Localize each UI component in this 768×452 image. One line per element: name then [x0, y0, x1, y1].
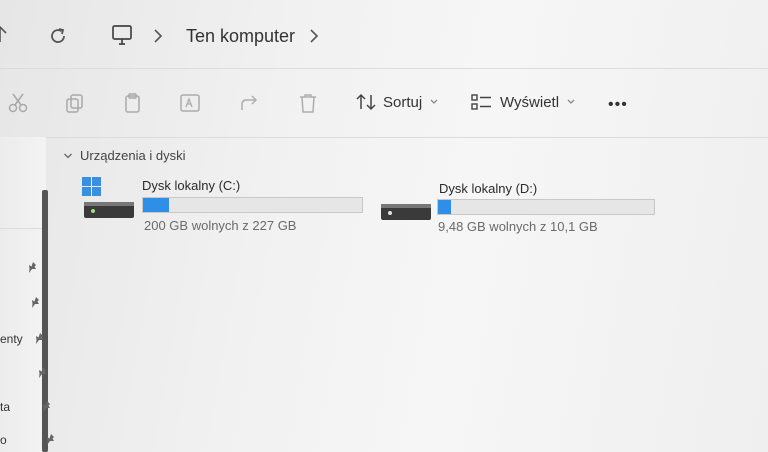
sort-label: Sortuj — [383, 93, 423, 111]
copy-icon[interactable] — [64, 92, 86, 114]
pin-icon — [40, 400, 54, 414]
pin-icon — [44, 433, 58, 447]
drive-icon — [381, 200, 431, 222]
chevron-right-icon[interactable] — [308, 27, 320, 45]
rename-icon[interactable] — [179, 92, 201, 114]
pin-icon — [29, 296, 43, 310]
sidebar-item-label[interactable]: ta — [0, 400, 10, 414]
drive-name: Dysk lokalny (D:) — [439, 181, 538, 196]
drive-usage-bar — [142, 197, 363, 213]
up-arrow-icon[interactable] — [0, 24, 8, 44]
delete-icon[interactable] — [297, 92, 319, 114]
drive-capacity: 9,48 GB wolnych z 10,1 GB — [438, 219, 598, 234]
computer-icon[interactable] — [111, 24, 133, 46]
breadcrumb-current[interactable]: Ten komputer — [186, 26, 295, 47]
chevron-down-icon — [429, 98, 439, 106]
drive-usage-bar — [437, 199, 655, 215]
more-options-button[interactable]: ••• — [608, 96, 628, 114]
devices-section-header[interactable]: Urządzenia i dyski — [63, 148, 186, 163]
sidebar-item-label[interactable]: o — [0, 433, 7, 447]
windows-logo-icon — [82, 177, 102, 197]
drive-usage-fill — [438, 200, 451, 214]
paste-icon[interactable] — [122, 92, 144, 114]
chevron-down-icon — [63, 152, 73, 160]
pin-icon — [36, 366, 50, 380]
pin-icon — [33, 332, 47, 346]
sidebar-divider — [0, 228, 42, 229]
share-icon[interactable] — [239, 92, 261, 114]
cut-icon[interactable] — [7, 92, 29, 114]
drive-c[interactable]: Dysk lokalny (C:) 200 GB wolnych z 227 G… — [82, 176, 372, 236]
address-divider — [0, 68, 768, 69]
drive-capacity: 200 GB wolnych z 227 GB — [144, 218, 297, 233]
refresh-icon[interactable] — [48, 26, 68, 46]
drive-icon — [84, 198, 134, 220]
view-label: Wyświetl — [500, 93, 560, 111]
sidebar-item-label[interactable]: enty — [0, 332, 23, 346]
drive-d[interactable]: Dysk lokalny (D:) 9,48 GB wolnych z 10,1… — [380, 180, 670, 240]
view-icon — [471, 93, 493, 111]
sort-button[interactable]: Sortuj — [356, 93, 439, 111]
toolbar-divider — [0, 137, 768, 138]
section-title: Urządzenia i dyski — [80, 148, 186, 163]
address-bar: Ten komputer — [0, 0, 768, 68]
sort-icon — [356, 93, 376, 111]
chevron-right-icon — [152, 27, 164, 45]
chevron-down-icon — [566, 98, 576, 106]
view-button[interactable]: Wyświetl — [471, 93, 576, 111]
pin-icon — [26, 261, 40, 275]
drive-usage-fill — [143, 198, 170, 212]
drive-name: Dysk lokalny (C:) — [142, 178, 241, 193]
